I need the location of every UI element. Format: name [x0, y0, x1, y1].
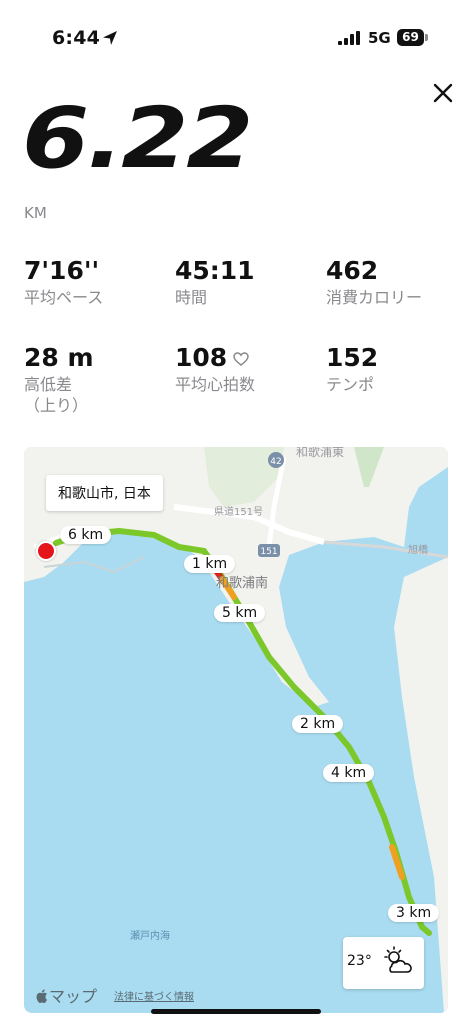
km-marker-1: 1 km	[184, 555, 236, 573]
road-bridge	[323, 540, 448, 559]
stat-value: 45:11	[175, 256, 255, 285]
signal-icon	[338, 31, 360, 45]
stat-calories: 462 消費カロリー	[326, 257, 422, 308]
map-area-label: 和歌浦南	[216, 576, 269, 591]
stat-cadence: 152 テンポ	[326, 344, 378, 395]
place-callout[interactable]: 和歌山市, 日本	[46, 475, 163, 511]
stat-label: 平均心拍数	[175, 374, 256, 394]
home-indicator[interactable]	[151, 1009, 321, 1014]
status-bar: 6:44 5G 69	[0, 0, 471, 76]
stat-elevation-gain: 28 m 高低差 （上り）	[24, 344, 94, 417]
route-map[interactable]: 42 151 和歌浦東 県道151号 旭橋 和歌浦南 瀬戸内海 和歌山市, 日本…	[24, 447, 448, 1013]
legal-link[interactable]: 法律に基づく情報	[114, 988, 194, 1003]
km-marker-4: 4 km	[323, 764, 375, 782]
network-type: 5G	[368, 29, 391, 47]
heart-icon	[233, 352, 249, 366]
stat-value: 152	[326, 343, 379, 372]
map-road-label: 県道151号	[214, 507, 264, 518]
start-marker	[36, 541, 56, 561]
stat-label: 時間	[175, 287, 208, 307]
km-marker-2: 2 km	[292, 715, 344, 733]
close-icon[interactable]	[428, 78, 458, 108]
km-marker-6: 6 km	[60, 526, 112, 544]
weather-temp: 23°	[347, 953, 372, 969]
battery-level: 69	[402, 30, 419, 44]
route-shield-text: 151	[260, 547, 277, 557]
distance-value: 6.22	[22, 89, 253, 187]
stat-avg-heart-rate: 108 平均心拍数	[175, 344, 255, 395]
km-marker-3: 3 km	[388, 904, 440, 922]
maps-brand-text: マップ	[49, 987, 98, 1006]
stat-label: 消費カロリー	[326, 287, 423, 307]
stat-label: 高低差 （上り）	[24, 374, 89, 416]
distance-unit: KM	[24, 204, 47, 222]
apple-icon	[36, 989, 47, 1003]
route-shield-text: 42	[270, 457, 281, 467]
battery-icon: 69	[397, 29, 429, 46]
map-sea-label: 瀬戸内海	[130, 931, 170, 942]
status-time: 6:44	[52, 27, 101, 49]
stat-label: 平均ペース	[24, 287, 104, 307]
stat-value: 108	[175, 343, 228, 372]
partly-cloudy-icon	[384, 946, 412, 973]
stat-value: 7'16''	[24, 256, 100, 285]
location-arrow-icon	[103, 31, 117, 45]
stat-label: テンポ	[326, 374, 375, 394]
stat-value: 28 m	[24, 343, 94, 372]
weather-badge[interactable]: 23°	[343, 937, 424, 989]
stat-value: 462	[326, 256, 379, 285]
stat-duration: 45:11 時間	[175, 257, 255, 308]
km-marker-5: 5 km	[214, 604, 266, 622]
maps-brand: マップ	[36, 983, 97, 1007]
map-area-label: 和歌浦東	[296, 447, 345, 459]
stat-avg-pace: 7'16'' 平均ペース	[24, 257, 103, 308]
map-bridge-label: 旭橋	[408, 545, 428, 556]
